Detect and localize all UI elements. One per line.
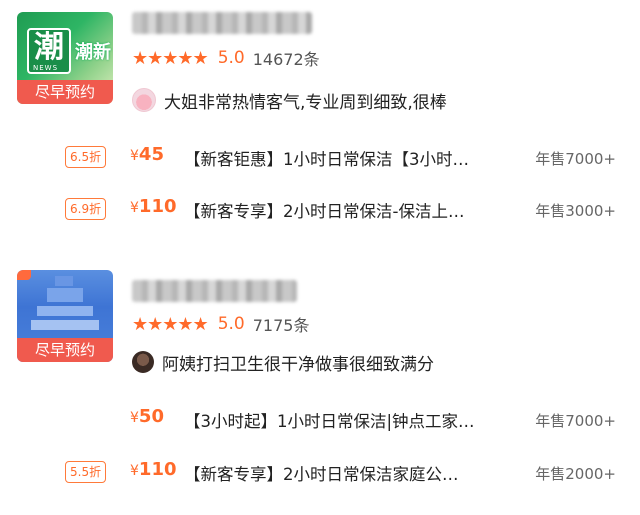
deal-title: 【新客专享】2小时日常保洁-保洁上… [184,202,465,221]
price-value: 110 [138,196,177,217]
deal-item[interactable]: 6.5折 ¥45 【新客钜惠】1小时日常保洁【3小时… 年售7000+ [0,142,640,172]
annual-sales: 年售2000+ [535,465,616,483]
discount-badge: 6.5折 [65,146,107,168]
discount-badge: 5.5折 [65,461,107,483]
store-name-blurred[interactable] [132,12,312,34]
brand-logo: 潮 NEWS [27,28,71,74]
store-thumbnail[interactable]: 潮 NEWS 潮新 尽早预约 [17,12,113,104]
deal-price: ¥50 [130,406,164,427]
review-text: 阿姨打扫卫生很干净做事很细致满分 [162,354,434,375]
rating-score: 5.0 [217,48,245,68]
rating-row: ★★★★★ 5.0 7175条 [132,312,309,336]
logo-sub: NEWS [33,64,59,72]
rating-row: ★★★★★ 5.0 14672条 [132,46,320,70]
logo-char: 潮 [34,30,64,65]
store-card-2[interactable]: 尽早预约 ★★★★★ 5.0 7175条 阿姨打扫卫生很干净做事很细致满分 ¥5… [0,262,640,515]
review-count: 7175条 [252,316,310,335]
booking-badge: 尽早预约 [17,80,113,104]
annual-sales: 年售3000+ [535,202,616,220]
store-thumbnail[interactable]: 尽早预约 [17,270,113,362]
price-value: 110 [138,459,177,480]
deal-item[interactable]: 5.5折 ¥110 【新客专享】2小时日常保洁家庭公… 年售2000+ [0,457,640,487]
review-count: 14672条 [252,50,320,69]
annual-sales: 年售7000+ [535,412,616,430]
booking-badge: 尽早预约 [17,338,113,362]
currency-symbol: ¥ [130,463,139,479]
store-name-blurred[interactable] [132,280,297,302]
review-text: 大姐非常热情客气,专业周到细致,很棒 [164,92,447,113]
rating-score: 5.0 [217,314,245,334]
discount-badge: 6.9折 [65,198,107,220]
currency-symbol: ¥ [130,410,139,426]
currency-symbol: ¥ [130,148,139,164]
star-icon: ★★★★★ [132,47,209,69]
deal-price: ¥110 [130,196,177,217]
currency-symbol: ¥ [130,200,139,216]
star-icon: ★★★★★ [132,313,209,335]
deal-title: 【3小时起】1小时日常保洁|钟点工家… [184,412,475,431]
store-card-1[interactable]: 潮 NEWS 潮新 尽早预约 ★★★★★ 5.0 14672条 大姐非常热情客气… [0,0,640,252]
annual-sales: 年售7000+ [535,150,616,168]
deal-title: 【新客专享】2小时日常保洁家庭公… [184,465,459,484]
review-snippet: 大姐非常热情客气,专业周到细致,很棒 [132,86,447,114]
avatar-icon [132,351,154,373]
avatar-icon [132,88,156,112]
deal-item[interactable]: 6.9折 ¥110 【新客专享】2小时日常保洁-保洁上… 年售3000+ [0,194,640,224]
review-snippet: 阿姨打扫卫生很干净做事很细致满分 [132,348,434,376]
deal-title: 【新客钜惠】1小时日常保洁【3小时… [184,150,469,169]
price-value: 45 [138,144,164,165]
deal-item[interactable]: ¥50 【3小时起】1小时日常保洁|钟点工家… 年售7000+ [0,404,640,434]
brand-watermark: 潮新 [75,42,111,63]
deal-price: ¥45 [130,144,164,165]
deal-price: ¥110 [130,459,177,480]
price-value: 50 [138,406,164,427]
